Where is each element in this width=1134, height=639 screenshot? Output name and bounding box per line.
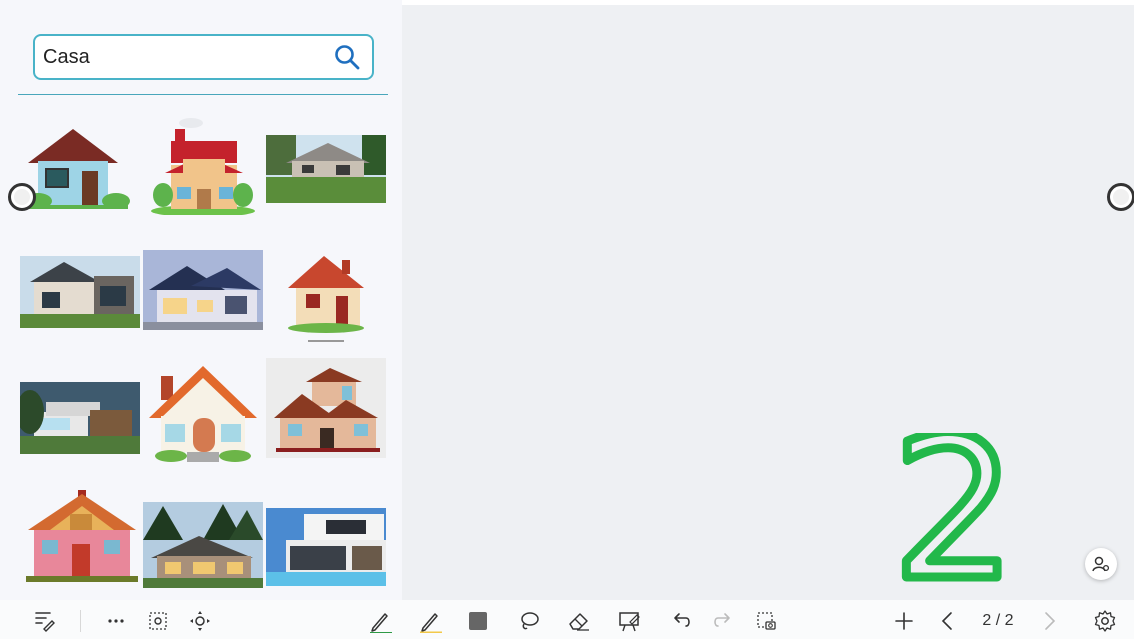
eraser-icon xyxy=(569,613,589,631)
image-result-house-wooden-cabin[interactable] xyxy=(20,486,140,586)
square-shape-icon xyxy=(469,612,487,630)
menu-edit-icon xyxy=(35,612,55,632)
menu-button[interactable] xyxy=(30,608,58,634)
image-result-house-modern-pool[interactable] xyxy=(266,500,386,600)
image-result-house-stone-mountain[interactable] xyxy=(143,500,263,600)
gear-icon xyxy=(1094,610,1116,632)
search-input[interactable] xyxy=(43,42,323,72)
annotation-text: 2 xyxy=(892,433,1017,583)
image-result-house-blue-dusk[interactable] xyxy=(143,248,263,348)
select-object-icon xyxy=(149,612,167,630)
chevron-right-icon xyxy=(1045,612,1056,630)
image-result-house-small-cartoon[interactable] xyxy=(266,248,386,348)
user-icon xyxy=(1092,556,1110,572)
search-box[interactable] xyxy=(33,34,374,80)
select-object-button[interactable] xyxy=(144,608,172,634)
presentation-board-icon xyxy=(619,612,640,632)
move-button[interactable] xyxy=(186,608,214,634)
image-search-panel xyxy=(0,0,402,600)
image-result-house-red-roof[interactable] xyxy=(143,115,263,215)
image-result-house-modern-solar[interactable] xyxy=(20,248,140,348)
plus-icon xyxy=(895,612,913,630)
more-button[interactable] xyxy=(102,608,130,634)
redo-button[interactable] xyxy=(708,608,736,634)
highlighter-icon xyxy=(420,613,442,633)
screenshot-icon xyxy=(757,612,776,630)
settings-button[interactable] xyxy=(1091,608,1119,634)
present-button[interactable] xyxy=(615,608,643,634)
move-arrows-icon xyxy=(190,611,210,631)
pen-icon xyxy=(370,613,392,633)
shape-tool-button[interactable] xyxy=(464,608,492,634)
lasso-icon xyxy=(521,612,539,630)
image-result-house-photo-lawn[interactable] xyxy=(266,115,386,215)
eraser-tool-button[interactable] xyxy=(565,608,593,634)
chevron-left-icon xyxy=(941,612,952,630)
screenshot-button[interactable] xyxy=(752,608,780,634)
whiteboard-canvas[interactable]: 2 xyxy=(402,5,1134,600)
previous-page-button[interactable] xyxy=(934,608,962,634)
image-result-house-blue[interactable] xyxy=(18,115,138,215)
pen-tool-button[interactable] xyxy=(366,608,394,634)
next-page-button[interactable] xyxy=(1035,608,1063,634)
search-divider xyxy=(18,94,388,95)
redo-icon xyxy=(714,613,730,627)
image-result-house-modern-grey[interactable] xyxy=(20,372,140,472)
undo-button[interactable] xyxy=(668,608,696,634)
bottom-toolbar: 2 / 2 xyxy=(0,600,1134,639)
user-settings-button[interactable] xyxy=(1085,548,1117,580)
highlighter-tool-button[interactable] xyxy=(416,608,444,634)
image-result-house-orange-roof[interactable] xyxy=(143,362,263,462)
lasso-tool-button[interactable] xyxy=(515,608,543,634)
page-indicator: 2 / 2 xyxy=(982,612,1014,629)
image-result-house-brown-stacked[interactable] xyxy=(266,358,386,458)
search-icon[interactable] xyxy=(334,44,360,70)
add-page-button[interactable] xyxy=(890,608,918,634)
undo-icon xyxy=(674,613,690,627)
handwritten-annotation: 2 xyxy=(890,433,1020,583)
resize-handle-left[interactable] xyxy=(8,183,36,211)
toolbar-divider xyxy=(80,610,81,632)
resize-handle-right[interactable] xyxy=(1107,183,1134,211)
more-dots-icon xyxy=(108,619,124,623)
